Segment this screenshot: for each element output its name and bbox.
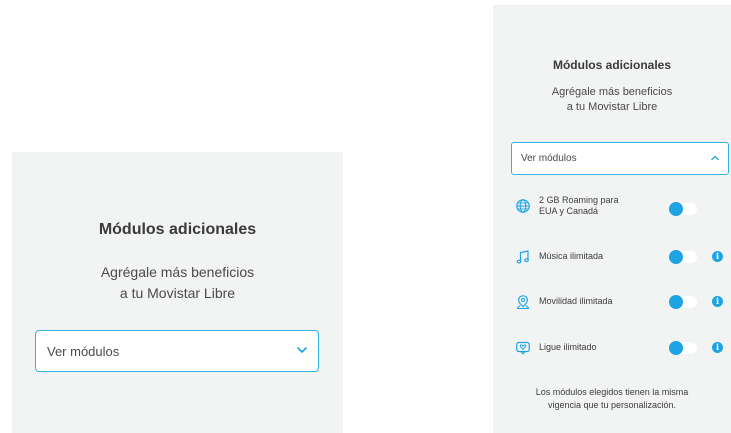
module-toggle[interactable] — [669, 202, 697, 216]
right-panel-expanded: Módulos adicionales Agrégale más benefic… — [493, 5, 731, 433]
subtitle-line-2: a tu Movistar Libre — [566, 101, 658, 113]
modules-dropdown[interactable]: Ver módulos — [511, 142, 729, 175]
modules-dropdown[interactable]: Ver módulos — [35, 330, 319, 372]
info-icon[interactable]: i — [712, 296, 723, 307]
music-note-icon — [516, 250, 529, 264]
footnote-line-2: vigencia que tu personalización. — [547, 400, 677, 410]
chevron-up-icon — [711, 155, 719, 161]
toggle-knob — [669, 341, 683, 355]
toggle-knob — [669, 250, 683, 264]
panel-subtitle: Agrégale más beneficios a tu Movistar Li… — [493, 85, 731, 115]
module-label: Ligue ilimitado — [539, 342, 597, 352]
module-item-musica: Música ilimitada i — [515, 246, 727, 268]
module-item-movilidad: Movilidad ilimitada i — [515, 291, 727, 313]
module-item-ligue: Ligue ilimitado i — [515, 337, 727, 359]
module-toggle[interactable] — [669, 341, 697, 355]
module-label: Música ilimitada — [539, 251, 604, 261]
footnote: Los módulos elegidos tienen la misma vig… — [493, 386, 731, 412]
chevron-down-icon — [297, 347, 307, 353]
dropdown-label: Ver módulos — [521, 153, 577, 164]
panel-title: Módulos adicionales — [98, 221, 257, 238]
module-toggle[interactable] — [669, 250, 697, 264]
info-icon[interactable]: i — [712, 251, 723, 262]
toggle-knob — [669, 202, 683, 216]
module-item-roaming: 2 GB Roaming para EUA y Canadá — [515, 195, 727, 217]
left-panel-collapsed: Módulos adicionales Agrégale más benefic… — [12, 152, 343, 433]
subtitle-line-1: Agrégale más beneficios — [551, 86, 673, 98]
module-label-line-2: EUA y Canadá — [539, 206, 599, 216]
dropdown-label: Ver módulos — [47, 344, 120, 359]
globe-icon — [516, 199, 530, 213]
location-pin-icon — [516, 295, 530, 309]
module-label: 2 GB Roaming para EUA y Canadá — [539, 195, 659, 217]
module-toggle[interactable] — [669, 295, 697, 309]
footnote-line-1: Los módulos elegidos tienen la misma — [535, 387, 689, 397]
subtitle-line-2: a tu Movistar Libre — [119, 285, 236, 301]
toggle-knob — [669, 295, 683, 309]
subtitle-line-1: Agrégale más beneficios — [100, 264, 255, 280]
panel-subtitle: Agrégale más beneficios a tu Movistar Li… — [12, 262, 343, 304]
module-label: Movilidad ilimitada — [539, 296, 613, 306]
info-icon[interactable]: i — [712, 342, 723, 353]
module-label-line-1: 2 GB Roaming para — [539, 195, 619, 205]
panel-title: Módulos adicionales — [552, 58, 672, 72]
chat-heart-icon — [516, 341, 530, 355]
